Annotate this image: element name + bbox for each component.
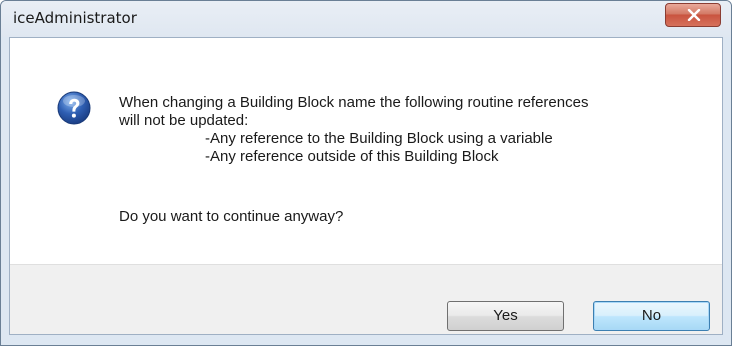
question-icon (57, 91, 91, 125)
continue-question: Do you want to continue anyway? (119, 208, 344, 225)
message-line: -Any reference to the Building Block usi… (205, 130, 553, 147)
title-bar[interactable]: iceAdministrator (1, 1, 731, 37)
dialog-message: When changing a Building Block name the … (119, 94, 588, 166)
window-title: iceAdministrator (13, 9, 137, 27)
dialog-window: iceAdministrator When changing a Buildin… (0, 0, 732, 346)
button-bar: Yes No (10, 264, 722, 334)
message-line: will not be updated: (119, 112, 249, 129)
close-icon (687, 9, 701, 21)
message-line: When changing a Building Block name the … (119, 94, 589, 111)
dialog-client-area: When changing a Building Block name the … (9, 37, 723, 335)
no-button[interactable]: No (593, 301, 710, 331)
message-area: When changing a Building Block name the … (10, 38, 722, 264)
message-line: -Any reference outside of this Building … (205, 148, 499, 165)
yes-button[interactable]: Yes (447, 301, 564, 331)
close-button[interactable] (665, 3, 721, 27)
